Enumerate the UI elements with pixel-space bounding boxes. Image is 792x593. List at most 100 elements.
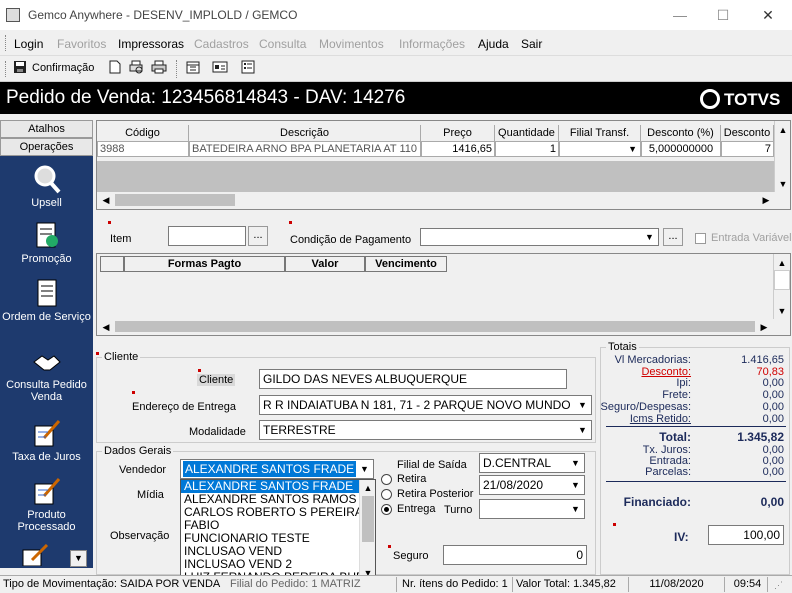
filial-saida-select[interactable]: D.CENTRAL ▼ <box>479 453 585 473</box>
menu-favoritos[interactable]: Favoritos <box>57 37 106 51</box>
vscroll-thumb[interactable] <box>774 270 790 290</box>
vendedor-option[interactable]: FABIO <box>181 519 375 532</box>
maximize-button[interactable]: ☐ <box>713 6 733 24</box>
turno-select[interactable]: ▼ <box>479 499 585 519</box>
retira-radio[interactable] <box>381 474 392 485</box>
list-icon[interactable] <box>239 60 257 78</box>
cell-quantidade[interactable]: 1 <box>495 141 559 157</box>
scroll-left-icon[interactable]: ◀ <box>99 193 113 207</box>
resize-grip-icon[interactable]: ⋰ <box>774 580 783 591</box>
col-desconto[interactable]: Desconto <box>721 125 774 141</box>
total-label-icms-retido[interactable]: Icms Retido: <box>591 413 691 425</box>
cond-pagamento-button[interactable]: ... <box>663 228 683 246</box>
menu-login[interactable]: Login <box>14 37 43 51</box>
vendedor-option[interactable]: INCLUSAO VEND <box>181 545 375 558</box>
cell-desconto-pct[interactable]: 5,000000000 <box>641 141 721 157</box>
cell-preco[interactable]: 1416,65 <box>421 141 495 157</box>
op-produto-processado[interactable]: Produto Processado <box>0 476 93 533</box>
chevron-down-icon[interactable]: ▼ <box>575 397 590 413</box>
chevron-down-icon[interactable]: ▼ <box>628 142 637 156</box>
seguro-input[interactable]: 0 <box>443 545 587 565</box>
col-descricao[interactable]: Descrição <box>189 125 421 141</box>
print-preview-icon[interactable] <box>127 60 145 78</box>
menu-cadastros[interactable]: Cadastros <box>194 37 249 51</box>
col-quantidade[interactable]: Quantidade <box>495 125 559 141</box>
entrega-radio[interactable] <box>381 504 392 515</box>
col-codigo[interactable]: Código <box>97 125 189 141</box>
vendedor-option[interactable]: ALEXANDRE SANTOS RAMOS <box>181 493 375 506</box>
iv-input[interactable]: 100,00 <box>708 525 784 545</box>
scroll-down-icon[interactable]: ▼ <box>775 177 791 191</box>
col-desconto-pct[interactable]: Desconto (%) <box>641 125 721 141</box>
chevron-down-icon[interactable]: ▼ <box>568 501 583 517</box>
hscroll-thumb[interactable] <box>115 194 235 206</box>
col-formas-pagto[interactable]: Formas Pagto <box>124 256 285 272</box>
save-icon[interactable] <box>11 60 29 78</box>
cell-descricao[interactable]: BATEDEIRA ARNO BPA PLANETARIA AT 110 <box>189 141 421 157</box>
minimize-button[interactable]: — <box>670 6 690 24</box>
menu-consulta[interactable]: Consulta <box>259 37 306 51</box>
scroll-up-icon[interactable]: ▲ <box>360 481 376 495</box>
menu-ajuda[interactable]: Ajuda <box>478 37 509 51</box>
chevron-down-icon[interactable]: ▼ <box>568 477 583 493</box>
print-icon[interactable] <box>150 60 168 78</box>
vendedor-option[interactable]: ALEXANDRE SANTOS FRADE <box>181 480 375 493</box>
scroll-down-icon[interactable]: ▼ <box>774 304 790 318</box>
grid-hscrollbar[interactable]: ◀ ▶ <box>97 192 790 209</box>
scroll-down-button[interactable]: ▼ <box>70 550 87 567</box>
menu-impressoras[interactable]: Impressoras <box>118 37 184 51</box>
scroll-right-icon[interactable]: ▶ <box>757 320 771 334</box>
modalidade-select[interactable]: TERRESTRE ▼ <box>259 420 592 440</box>
vendedor-option[interactable]: FUNCIONARIO TESTE <box>181 532 375 545</box>
scroll-up-icon[interactable]: ▲ <box>775 123 791 137</box>
calendar-icon[interactable] <box>184 60 202 78</box>
menu-movimentos[interactable]: Movimentos <box>319 37 384 51</box>
scroll-up-icon[interactable]: ▲ <box>774 256 790 270</box>
dropdown-scrollbar[interactable]: ▲ ▼ <box>359 480 375 582</box>
total-value: 1.345,82 <box>737 430 784 444</box>
scroll-right-icon[interactable]: ▶ <box>759 193 773 207</box>
op-upsell[interactable]: Upsell <box>0 164 93 209</box>
formas-vscrollbar[interactable]: ▲ ▼ <box>773 254 790 319</box>
grid-vscrollbar[interactable]: ▲ ▼ <box>774 121 790 192</box>
item-input[interactable] <box>168 226 246 246</box>
cliente-input[interactable]: GILDO DAS NEVES ALBUQUERQUE <box>259 369 567 389</box>
hscroll-thumb[interactable] <box>115 321 755 332</box>
item-search-button[interactable]: ... <box>248 226 268 246</box>
data-entrega-select[interactable]: 21/08/2020 ▼ <box>479 475 585 495</box>
menu-sair[interactable]: Sair <box>521 37 542 51</box>
chevron-down-icon[interactable]: ▼ <box>575 422 590 438</box>
entrada-variavel-checkbox[interactable] <box>695 233 706 244</box>
atalhos-button[interactable]: Atalhos <box>0 120 93 138</box>
vendedor-option[interactable]: INCLUSAO VEND 2 <box>181 558 375 571</box>
col-preco[interactable]: Preço <box>421 125 495 141</box>
dropdown-scroll-thumb[interactable] <box>362 496 374 542</box>
formas-hscrollbar[interactable]: ◀ ▶ <box>97 319 790 335</box>
op-promocao[interactable]: Promoção <box>0 220 93 265</box>
cell-codigo[interactable]: 3988 <box>97 141 189 157</box>
col-filial-transf[interactable]: Filial Transf. <box>559 125 641 141</box>
vendedor-option[interactable]: CARLOS ROBERTO S PEREIRA <box>181 506 375 519</box>
col-valor[interactable]: Valor <box>285 256 365 272</box>
close-button[interactable]: ✕ <box>758 6 778 24</box>
cond-pagamento-select[interactable]: ▼ <box>420 228 659 246</box>
cell-desconto[interactable]: 7 <box>721 141 774 157</box>
retira-posterior-radio[interactable] <box>381 489 392 500</box>
menu-informacoes[interactable]: Informações <box>399 37 465 51</box>
col-vencimento[interactable]: Vencimento <box>365 256 447 272</box>
chevron-down-icon[interactable]: ▼ <box>568 455 583 471</box>
op-more[interactable] <box>0 543 70 577</box>
endereco-select[interactable]: R R INDAIATUBA N 181, 71 - 2 PARQUE NOVO… <box>259 395 592 415</box>
scroll-left-icon[interactable]: ◀ <box>99 320 113 334</box>
operacoes-button[interactable]: Operações <box>0 138 93 156</box>
card-icon[interactable] <box>211 60 229 78</box>
op-taxa-juros[interactable]: Taxa de Juros <box>0 418 93 463</box>
chevron-down-icon[interactable]: ▼ <box>357 461 372 477</box>
vendedor-select[interactable]: ALEXANDRE SANTOS FRADE ▼ <box>180 459 374 479</box>
op-consulta-pedido[interactable]: Consulta Pedido Venda <box>0 346 93 403</box>
chevron-down-icon[interactable]: ▼ <box>642 230 657 244</box>
op-ordem-servico[interactable]: Ordem de Serviço <box>0 278 93 323</box>
cell-filial-transf[interactable]: ▼ <box>559 141 641 157</box>
confirmacao-button[interactable]: Confirmação <box>32 62 94 74</box>
new-document-icon[interactable] <box>106 60 124 78</box>
